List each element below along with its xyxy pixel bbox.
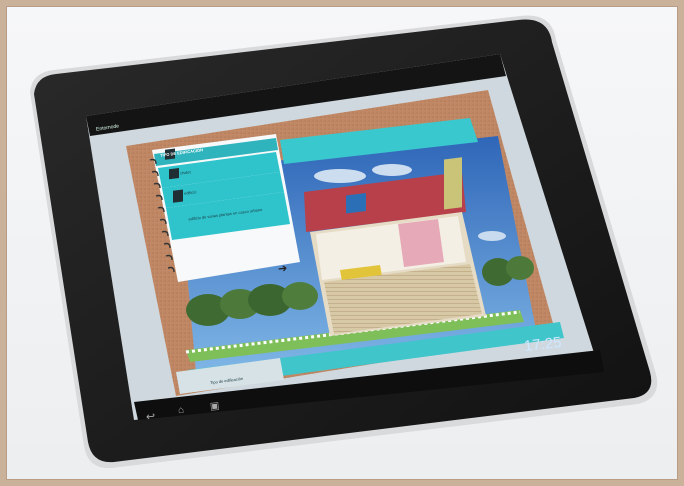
recent-apps-icon[interactable]: ▣	[209, 401, 220, 413]
back-icon[interactable]: ↩	[145, 410, 155, 424]
home-icon[interactable]: ⌂	[177, 405, 184, 417]
next-arrow-icon[interactable]: ➔	[277, 261, 288, 275]
tablet-photo	[30, 15, 658, 469]
